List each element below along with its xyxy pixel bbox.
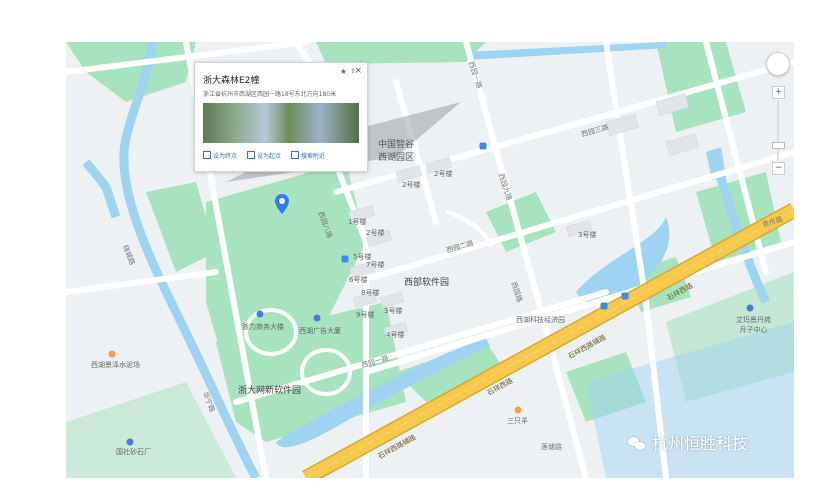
area-label-guoyi-stone: 国社砂石厂 (116, 448, 151, 456)
search-nearby-button[interactable]: 搜索附近 (291, 151, 325, 160)
building-label: 9号楼 (356, 311, 375, 319)
map-base (66, 42, 794, 478)
map-canvas[interactable]: 中国智谷 西湖园区 西部软件园 浙大网新软件园 西湖科技经济园 浙力商务大楼 西… (66, 42, 794, 478)
building-label: 2号楼 (434, 170, 453, 178)
building-label: 2号楼 (366, 229, 385, 237)
zoom-slider-handle[interactable] (772, 142, 785, 149)
poi-icon[interactable] (514, 406, 522, 414)
road-label-liantang: 莲塘路 (541, 443, 562, 451)
watermark: 杭州恒胜科技 (628, 430, 748, 454)
metro-icon[interactable] (621, 292, 629, 300)
area-label-ailan: 艾玛景丹苑 月子中心 (736, 316, 771, 334)
poi-icon[interactable] (313, 314, 321, 322)
building-label: 6号楼 (349, 276, 368, 284)
zoom-in-icon[interactable]: + (772, 86, 785, 99)
close-icon[interactable]: × (354, 66, 362, 76)
street-view-photo[interactable] (203, 103, 359, 143)
building-label: 1号楼 (348, 218, 367, 226)
compass-icon[interactable] (766, 52, 790, 76)
metro-icon[interactable] (600, 302, 608, 310)
place-info-popup[interactable]: 浙大森林E2幢 ★ ⇪ × 浙江省杭州市西湖区西园一路18号东北方向180米 设… (194, 62, 368, 172)
zoom-slider[interactable] (777, 100, 779, 160)
area-label-zheda-wangxin: 浙大网新软件园 (238, 386, 302, 396)
building-label: 8号楼 (361, 289, 380, 297)
area-label-tailiang-building: 浙力商务大楼 (242, 323, 284, 331)
poi-icon[interactable] (746, 304, 754, 312)
set-origin-button[interactable]: 设为起点 (247, 151, 281, 160)
area-label-xihu-plaza: 西湖广告大厦 (299, 327, 341, 335)
popup-address: 浙江省杭州市西湖区西园一路18号东北方向180米 (203, 91, 337, 98)
location-pin-icon[interactable] (275, 194, 289, 214)
building-label: 3号楼 (578, 231, 597, 239)
metro-icon[interactable] (479, 142, 487, 150)
metro-icon[interactable] (341, 255, 349, 263)
poi-icon[interactable] (256, 310, 264, 318)
wechat-icon (628, 437, 646, 451)
area-label-sanzhiyang: 三只羊 (507, 417, 528, 425)
poi-icon[interactable] (108, 350, 116, 358)
area-label-xihu-water: 西湖景泽水泥场 (91, 361, 140, 369)
area-label-xibu-park: 西部软件园 (404, 278, 450, 288)
building-label: 7号楼 (366, 261, 385, 269)
star-icon[interactable]: ★ (340, 67, 347, 76)
area-label-xihu-tech: 西湖科技经济园 (516, 316, 565, 324)
set-destination-button[interactable]: 设为终点 (203, 151, 237, 160)
building-label: 4号楼 (386, 331, 405, 339)
building-label: 3号楼 (384, 307, 403, 315)
poi-icon[interactable] (126, 438, 134, 446)
zoom-out-icon[interactable]: − (772, 162, 785, 175)
building-label: 2号楼 (402, 181, 421, 189)
area-label-china-valley: 中国智谷 西湖园区 (378, 140, 415, 163)
popup-title: 浙大森林E2幢 (203, 76, 260, 86)
